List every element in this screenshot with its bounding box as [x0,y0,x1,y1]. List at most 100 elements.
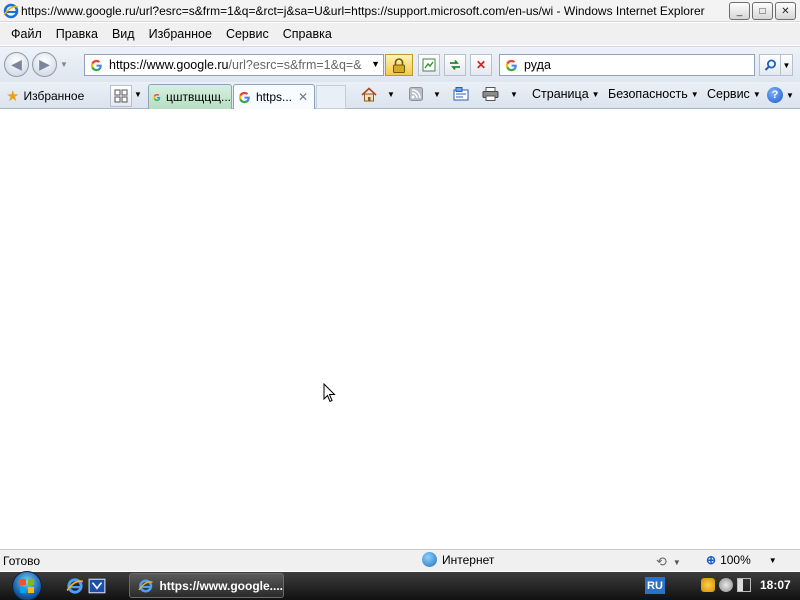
menu-bar: Файл Правка Вид Избранное Сервис Справка [0,23,800,45]
window-controls: _ □ ✕ [729,2,796,20]
home-dropdown-icon[interactable]: ▼ [387,90,395,99]
window-title: https://www.google.ru/url?esrc=s&frm=1&q… [21,3,705,18]
menu-view[interactable]: Вид [105,27,142,41]
minimize-button[interactable]: _ [729,2,750,20]
print-button[interactable]: ▼ [482,87,518,101]
windows-logo-icon [12,571,42,600]
zoom-level: 100% [720,553,751,567]
system-tray [701,578,751,592]
ie-logo-icon [3,3,19,18]
security-zone[interactable]: Интернет [422,552,494,567]
clock[interactable]: 18:07 [760,578,791,592]
close-tab-icon[interactable]: ✕ [298,90,308,104]
taskbar: https://www.google.... RU 18:07 [0,571,800,600]
search-query[interactable]: руда [524,58,551,72]
menu-edit[interactable]: Правка [49,27,105,41]
url-path: /url?esrc=s&frm=1&q=& [228,58,362,72]
help-dropdown-icon: ▼ [786,90,794,100]
magnifier-icon [764,59,776,71]
navigation-bar: ◀ ▶ ▼ https://www.google.ru/url?esrc=s&f… [0,46,800,82]
google-favicon-icon [153,93,161,101]
tab-1[interactable]: цштвщцщ... [148,84,232,109]
search-go-button[interactable] [759,54,781,76]
volume-icon[interactable] [737,578,751,592]
protected-mode-icon: ⟲ [656,554,667,569]
forward-arrow-icon: ▶ [39,56,50,72]
zoom-magnifier-icon: ⊕ [706,553,717,567]
search-box[interactable]: руда [499,54,755,76]
back-button[interactable]: ◀ [4,52,29,77]
url-domain: https://www.google.ru [109,58,229,72]
tab-list-dropdown-icon[interactable]: ▼ [134,90,142,99]
maximize-button[interactable]: □ [752,2,773,20]
home-icon [361,87,377,102]
tools-menu-dropdown-icon: ▼ [752,89,761,99]
menu-help[interactable]: Справка [276,27,339,41]
tab-2-title: https... [256,90,293,104]
address-bar[interactable]: https://www.google.ru/url?esrc=s&frm=1&q… [84,54,384,76]
url-text[interactable]: https://www.google.ru/url?esrc=s&frm=1&q… [109,58,371,72]
star-icon: ★ [6,88,20,105]
rss-feed-icon [409,87,423,101]
forward-button[interactable]: ▶ [32,52,57,77]
address-dropdown-icon[interactable]: ▼ [371,59,380,69]
safety-menu-button[interactable]: Безопасность ▼ [608,87,699,101]
tools-menu-label: Сервис [707,87,750,101]
mouse-cursor-icon [323,383,336,403]
page-content[interactable] [0,110,800,548]
protected-mode-indicator[interactable]: ⟲ ▼ [656,554,681,570]
favorites-label: Избранное [23,89,85,103]
globe-icon [422,552,437,567]
menu-file[interactable]: Файл [4,27,49,41]
safety-menu-label: Безопасность [608,87,688,101]
quick-tabs-button[interactable] [110,85,132,107]
taskbar-window-title: https://www.google.... [159,578,283,593]
start-button[interactable] [8,571,46,600]
printer-icon [482,87,499,101]
quicklaunch-ie-icon[interactable] [66,577,84,595]
compatibility-view-button[interactable] [418,54,440,76]
lock-icon [393,57,405,73]
read-mail-button[interactable] [453,87,469,101]
zoom-control[interactable]: ⊕ 100% ▼ [706,553,777,567]
compatibility-view-icon [422,58,436,72]
google-favicon-icon [238,91,250,103]
page-menu-button[interactable]: Страница ▼ [532,87,600,101]
language-indicator[interactable]: RU [645,577,665,594]
taskbar-ie-window[interactable]: https://www.google.... [129,573,284,598]
title-bar: https://www.google.ru/url?esrc=s&frm=1&q… [0,0,800,22]
safety-menu-dropdown-icon: ▼ [690,89,699,99]
menu-tools[interactable]: Сервис [219,27,276,41]
tools-menu-button[interactable]: Сервис ▼ [707,87,761,101]
security-lock-button[interactable] [385,54,413,76]
ie-taskbar-icon [138,578,153,593]
stop-x-icon: ✕ [475,58,487,72]
page-menu-label: Страница [532,87,589,101]
refresh-icon [450,59,460,71]
security-shield-icon[interactable] [701,578,715,592]
feeds-button[interactable]: ▼ [409,87,441,101]
help-button[interactable]: ? ▼ [767,87,794,103]
back-arrow-icon: ◀ [11,56,22,72]
home-button[interactable]: ▼ [361,87,395,102]
network-icon[interactable] [719,578,733,592]
status-text: Готово [3,554,41,568]
quick-tabs-icon [114,89,128,103]
google-search-provider-icon [505,59,517,71]
quicklaunch-show-desktop-icon[interactable] [88,577,106,595]
history-dropdown-icon[interactable]: ▼ [60,60,68,69]
refresh-button[interactable] [444,54,466,76]
feeds-dropdown-icon[interactable]: ▼ [433,90,441,99]
tab-1-title: цштвщцщ... [166,90,231,104]
menu-favorites[interactable]: Избранное [142,27,219,41]
tab-2[interactable]: https... ✕ [233,84,315,109]
zone-label: Интернет [442,552,495,567]
print-dropdown-icon[interactable]: ▼ [510,90,518,99]
search-options-dropdown[interactable]: ▼ [781,54,793,76]
mail-icon [453,87,469,101]
zoom-dropdown-icon: ▼ [768,555,777,565]
stop-button[interactable]: ✕ [470,54,492,76]
close-button[interactable]: ✕ [775,2,796,20]
new-tab-button[interactable] [316,85,346,109]
favorites-button[interactable]: ★ Избранное [6,87,84,105]
